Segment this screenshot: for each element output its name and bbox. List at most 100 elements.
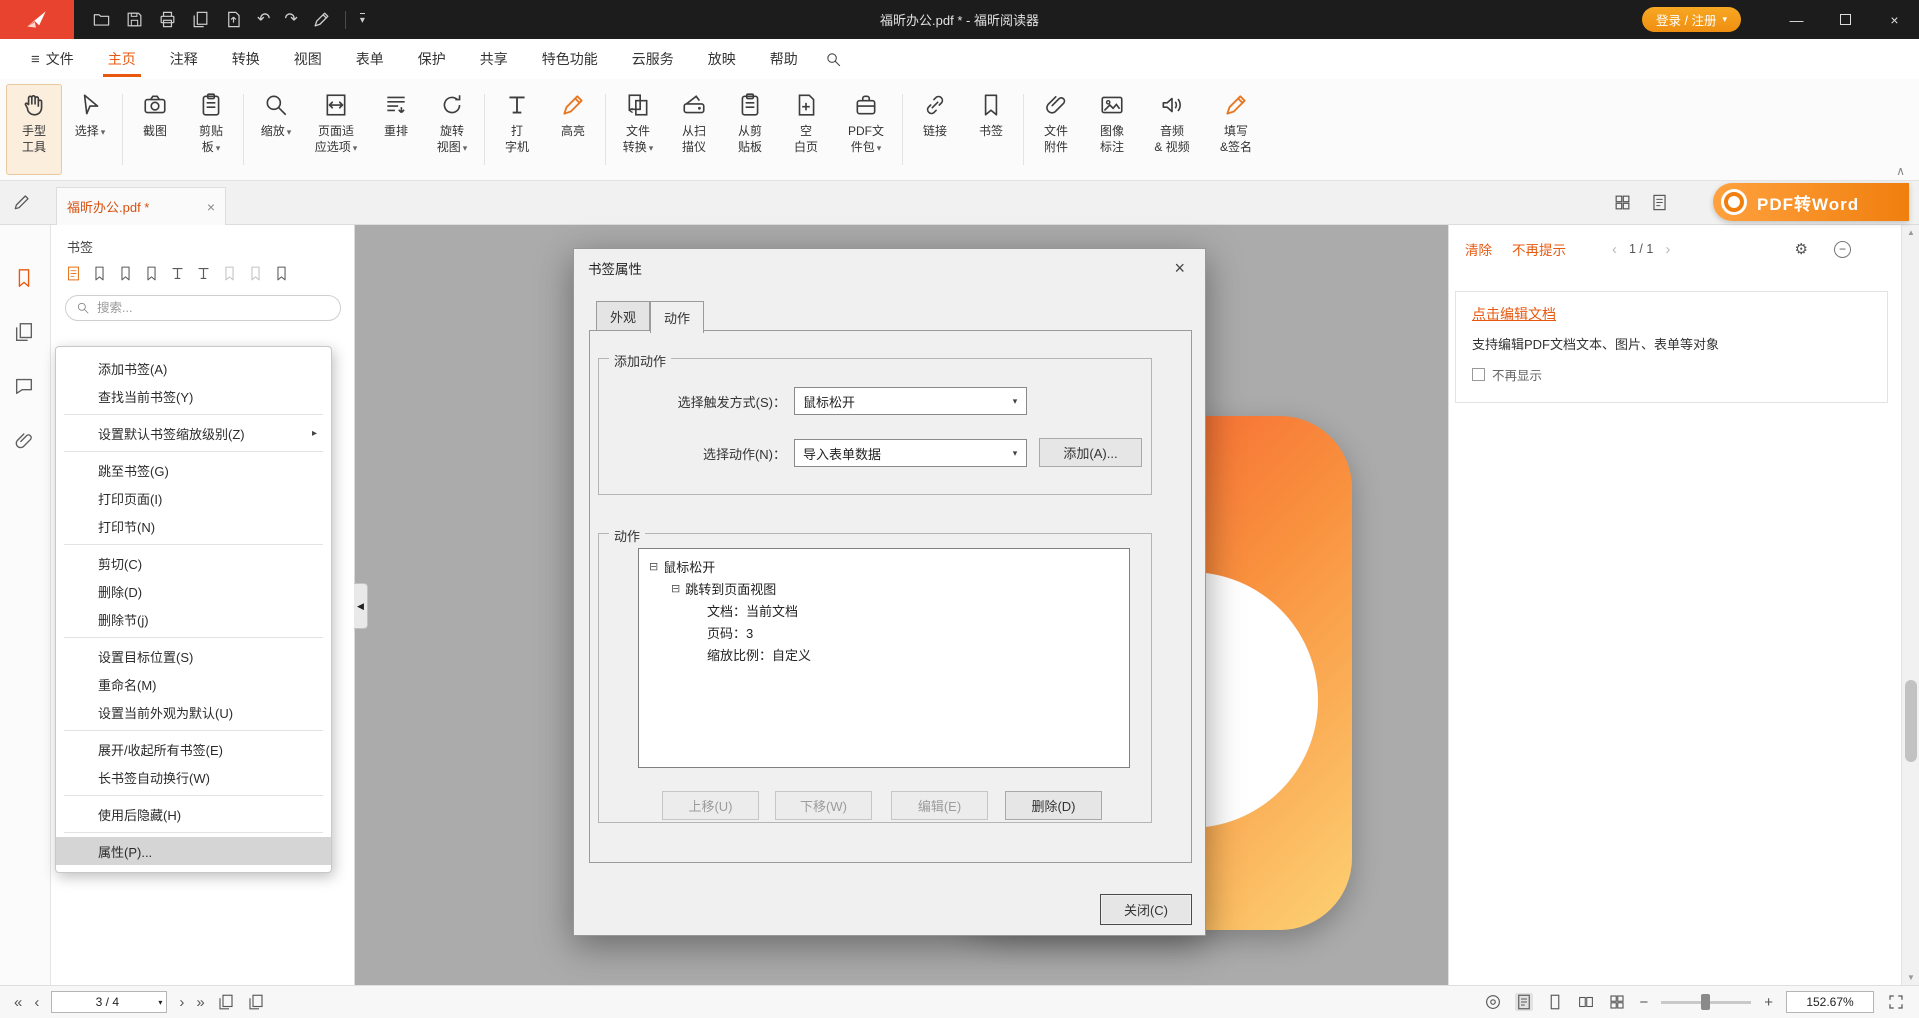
ribbon-tool-image-annotation[interactable]: 图像 标注: [1084, 84, 1140, 175]
ribbon-tool-from-scanner[interactable]: 从扫 描仪: [666, 84, 722, 175]
continuous-scroll-icon[interactable]: [1515, 993, 1533, 1011]
ribbon-tool-blank-page[interactable]: 空 白页: [778, 84, 834, 175]
delete-button[interactable]: 删除(D): [1005, 791, 1102, 820]
menu-view[interactable]: 视图: [277, 39, 339, 79]
ribbon-tool-file-attachment[interactable]: 文件 附件: [1028, 84, 1084, 175]
menu-item-add-bookmark[interactable]: 添加书签(A): [56, 354, 331, 382]
menu-item-rename[interactable]: 重命名(M): [56, 670, 331, 698]
menu-comment[interactable]: 注释: [153, 39, 215, 79]
dont-show-checkbox[interactable]: [1472, 368, 1485, 381]
menu-item-properties[interactable]: 属性(P)...: [56, 837, 331, 865]
read-mode-icon[interactable]: [1484, 993, 1502, 1011]
ribbon-tool-reflow[interactable]: 重排: [368, 84, 424, 175]
minimize-button[interactable]: —: [1772, 0, 1821, 39]
menu-item-use-current-appearance[interactable]: 设置当前外观为默认(U): [56, 698, 331, 726]
ribbon-tool-select[interactable]: 选择▾: [62, 84, 118, 175]
ribbon-tool-link[interactable]: 链接: [907, 84, 963, 175]
save-button[interactable]: [125, 10, 144, 29]
foxit-logo[interactable]: [0, 0, 74, 39]
sidebar-attachments-button[interactable]: [13, 430, 35, 452]
close-button[interactable]: ×: [1870, 0, 1919, 39]
facing-pages-icon[interactable]: [1577, 993, 1595, 1011]
panel-collapse-handle[interactable]: ◀: [354, 583, 368, 629]
tree-item-document[interactable]: 文档：当前文档: [643, 599, 1125, 621]
gear-icon[interactable]: ⚙: [1795, 240, 1808, 258]
menu-present[interactable]: 放映: [691, 39, 753, 79]
scroll-down-icon[interactable]: ▼: [1902, 973, 1919, 982]
menu-item-delete-section[interactable]: 删除节(j): [56, 605, 331, 633]
ribbon-tool-snapshot[interactable]: 截图: [127, 84, 183, 175]
menu-form[interactable]: 表单: [339, 39, 401, 79]
tree-item-action[interactable]: ⊟跳转到页面视图: [643, 577, 1125, 599]
zoom-level-input[interactable]: [1787, 995, 1873, 1009]
tab-close-icon[interactable]: ×: [207, 199, 215, 215]
menu-item-wrap-long-bookmarks[interactable]: 长书签自动换行(W): [56, 763, 331, 791]
promote-bookmark-icon[interactable]: [169, 265, 186, 282]
page-number-input[interactable]: [56, 995, 158, 1009]
edit-document-link[interactable]: 点击编辑文档: [1472, 304, 1871, 324]
sidebar-comments-button[interactable]: [13, 375, 35, 397]
print-button[interactable]: [158, 10, 177, 29]
zoom-out-icon[interactable]: −: [1639, 994, 1648, 1011]
menu-item-find-current-bookmark[interactable]: 查找当前书签(Y): [56, 382, 331, 410]
pdf-to-word-button[interactable]: PDF转Word: [1713, 183, 1909, 221]
ribbon-tool-pdf-portfolio[interactable]: PDF文 件包▾: [834, 84, 898, 175]
tab-appearance[interactable]: 外观: [596, 301, 650, 331]
close-dialog-button[interactable]: 关闭(C): [1100, 894, 1192, 925]
menu-cloud[interactable]: 云服务: [615, 39, 691, 79]
dialog-close-icon[interactable]: ×: [1168, 258, 1191, 279]
scroll-up-icon[interactable]: ▲: [1902, 228, 1919, 237]
maximize-button[interactable]: [1821, 0, 1870, 39]
edit-button[interactable]: 编辑(E): [891, 791, 988, 820]
zoom-in-icon[interactable]: +: [1764, 994, 1773, 1011]
ribbon-tool-from-clipboard[interactable]: 从剪 贴板: [722, 84, 778, 175]
ribbon-tool-clipboard[interactable]: 剪贴 板▾: [183, 84, 239, 175]
menu-item-hide-after-use[interactable]: 使用后隐藏(H): [56, 800, 331, 828]
menu-item-print-section[interactable]: 打印节(N): [56, 512, 331, 540]
add-action-button[interactable]: 添加(A)...: [1039, 438, 1142, 467]
ribbon-collapse-icon[interactable]: ∧: [1896, 164, 1905, 178]
next-bookmark-icon[interactable]: [143, 265, 160, 282]
next-hint-icon[interactable]: ›: [1665, 241, 1670, 258]
menu-item-cut[interactable]: 剪切(C): [56, 549, 331, 577]
next-view-icon[interactable]: [247, 993, 265, 1011]
dont-remind-link[interactable]: 不再提示: [1512, 239, 1566, 259]
cut-bookmark-icon[interactable]: [221, 265, 238, 282]
tree-collapse-icon[interactable]: ⊟: [671, 582, 680, 595]
edit-pencil-icon[interactable]: [12, 192, 32, 212]
menu-features[interactable]: 特色功能: [525, 39, 615, 79]
next-page-icon[interactable]: ›: [179, 994, 184, 1011]
delete-bookmark-icon[interactable]: [117, 265, 134, 282]
ribbon-tool-highlight[interactable]: 高亮: [545, 84, 601, 175]
customize-toolbar-button[interactable]: ▾: [360, 13, 365, 26]
ribbon-tool-typewriter[interactable]: 打 字机: [489, 84, 545, 175]
actions-tree[interactable]: ⊟鼠标松开 ⊟跳转到页面视图 文档：当前文档 页码：3 缩放比例：自定义: [638, 548, 1130, 768]
panel-collapse-icon[interactable]: −: [1834, 241, 1851, 258]
menu-share[interactable]: 共享: [463, 39, 525, 79]
bookmark-list-icon[interactable]: [65, 265, 82, 282]
tree-item-page[interactable]: 页码：3: [643, 621, 1125, 643]
document-tab[interactable]: 福昕办公.pdf * ×: [56, 187, 226, 225]
continuous-facing-icon[interactable]: [1608, 993, 1626, 1011]
undo-button[interactable]: ↶: [257, 10, 270, 29]
open-file-button[interactable]: [92, 10, 111, 29]
action-select[interactable]: 导入表单数据 ▾: [794, 439, 1027, 467]
prev-hint-icon[interactable]: ‹: [1612, 241, 1617, 258]
copy-button[interactable]: [191, 10, 210, 29]
first-page-icon[interactable]: «: [14, 994, 22, 1011]
ribbon-tool-convert[interactable]: 文件 转换▾: [610, 84, 666, 175]
bookmark-settings-icon[interactable]: [273, 265, 290, 282]
move-down-button[interactable]: 下移(W): [775, 791, 872, 820]
menu-item-default-zoom-level[interactable]: 设置默认书签缩放级别(Z)▸: [56, 419, 331, 447]
single-page-icon[interactable]: [1546, 993, 1564, 1011]
menu-protect[interactable]: 保护: [401, 39, 463, 79]
reading-layout-icon[interactable]: [1650, 193, 1669, 212]
redo-button[interactable]: ↷: [284, 10, 297, 29]
format-brush-button[interactable]: [312, 10, 331, 29]
menu-file[interactable]: ≡文件: [14, 39, 91, 79]
clear-link[interactable]: 清除: [1465, 239, 1492, 259]
ribbon-tool-audio-video[interactable]: 音频 & 视频: [1140, 84, 1204, 175]
add-bookmark-icon[interactable]: [91, 265, 108, 282]
sidebar-pages-button[interactable]: [13, 321, 35, 343]
ribbon-tool-hand[interactable]: 手型 工具: [6, 84, 62, 175]
